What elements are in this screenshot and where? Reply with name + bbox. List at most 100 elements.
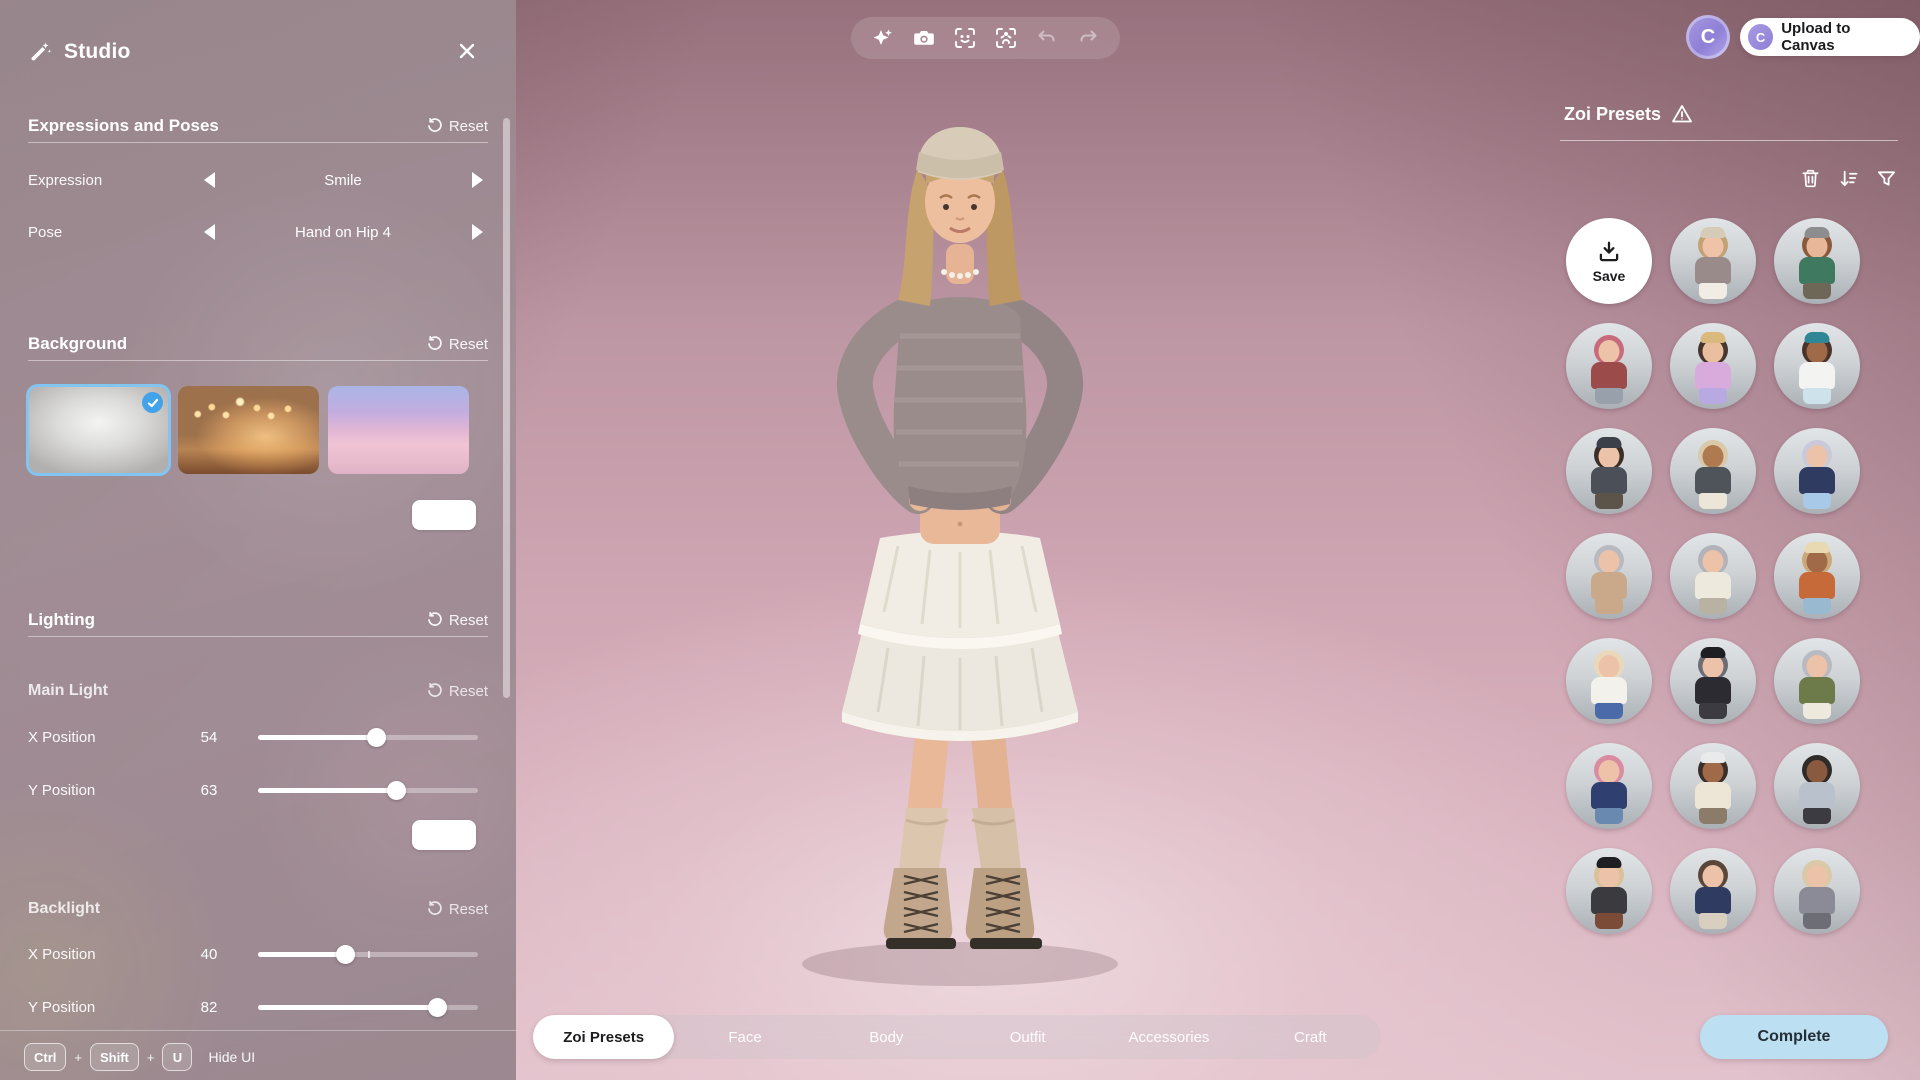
filter-icon[interactable] — [1874, 166, 1898, 190]
pose-value: Hand on Hip 4 — [220, 224, 466, 241]
preset-navy-blazer-brown-bob[interactable] — [1670, 848, 1756, 934]
pose-prev-icon[interactable] — [198, 221, 220, 243]
complete-button[interactable]: Complete — [1700, 1015, 1888, 1059]
preset-avatar — [1670, 743, 1756, 829]
redo-icon[interactable] — [1076, 26, 1100, 50]
preset-blond-buzzcut-bomber[interactable] — [1670, 428, 1756, 514]
preset-sequin-jacket-black-crop[interactable] — [1774, 743, 1860, 829]
main-light-x-value: 54 — [186, 729, 232, 746]
complete-label: Complete — [1758, 1028, 1831, 1046]
background-reset-button[interactable]: Reset — [427, 336, 488, 353]
studio-panel: Studio Expressions and Poses Reset Expre… — [0, 0, 516, 1080]
preset-military-green-jacket[interactable] — [1774, 638, 1860, 724]
lighting-reset-button[interactable]: Reset — [427, 612, 488, 629]
panel-scrollbar[interactable] — [503, 118, 510, 698]
pose-next-icon[interactable] — [466, 221, 488, 243]
preset-avatar — [1670, 638, 1756, 724]
backlight-y-label: Y Position — [28, 999, 186, 1016]
tab-outfit[interactable]: Outfit — [957, 1015, 1098, 1059]
main-light-y-label: Y Position — [28, 782, 186, 799]
preset-gray-windbreaker-sunglasses[interactable] — [1774, 848, 1860, 934]
main-light-x-slider[interactable] — [258, 726, 478, 748]
preset-green-jacket-gray-cap[interactable] — [1774, 218, 1860, 304]
tab-face[interactable]: Face — [674, 1015, 815, 1059]
expressions-reset-button[interactable]: Reset — [427, 118, 488, 135]
hide-ui-label: Hide UI — [208, 1049, 255, 1065]
preset-avatar — [1566, 743, 1652, 829]
main-light-reset-button[interactable]: Reset — [427, 683, 488, 700]
tab-craft[interactable]: Craft — [1240, 1015, 1381, 1059]
backlight-x-slider[interactable] — [258, 943, 478, 965]
tab-accessories[interactable]: Accessories — [1098, 1015, 1239, 1059]
preset-avatar — [1566, 323, 1652, 409]
tab-body[interactable]: Body — [816, 1015, 957, 1059]
hide-ui-shortcut: Ctrl + Shift + U Hide UI — [24, 1040, 255, 1074]
main-light-color-swatch[interactable] — [412, 820, 476, 850]
main-light-x-label: X Position — [28, 729, 186, 746]
slider-knob[interactable] — [367, 728, 386, 747]
camera-icon[interactable] — [912, 26, 936, 50]
sort-descending-icon[interactable] — [1836, 166, 1860, 190]
preset-pink-hair-colorblock-hoodie[interactable] — [1566, 323, 1652, 409]
preset-black-beret-all-black[interactable] — [1670, 638, 1756, 724]
expression-next-icon[interactable] — [466, 169, 488, 191]
preset-beanie-gray-sweater-white-skirt[interactable] — [1670, 218, 1756, 304]
tab-zoi-presets[interactable]: Zoi Presets — [533, 1015, 674, 1059]
save-preset-button[interactable]: Save — [1566, 218, 1652, 304]
backlight-title: Backlight — [28, 900, 100, 918]
brand-letter: C — [1701, 26, 1715, 49]
preset-avatar — [1670, 848, 1756, 934]
preset-avatar — [1774, 323, 1860, 409]
preset-avatar — [1670, 533, 1756, 619]
main-light-y-slider[interactable] — [258, 779, 478, 801]
reset-icon — [427, 118, 443, 134]
preset-avatar — [1566, 428, 1652, 514]
upload-label: Upload to Canvas — [1781, 20, 1904, 54]
preset-black-cap-leather-pants[interactable] — [1566, 848, 1652, 934]
viewport-toolbar — [851, 17, 1120, 59]
undo-icon[interactable] — [1035, 26, 1059, 50]
preset-avatar — [1774, 533, 1860, 619]
backlight-reset-button[interactable]: Reset — [427, 901, 488, 918]
expression-prev-icon[interactable] — [198, 169, 220, 191]
preset-avatar — [1774, 743, 1860, 829]
reset-icon — [427, 901, 443, 917]
preset-teal-beanie-white-tee[interactable] — [1774, 323, 1860, 409]
slider-knob[interactable] — [428, 998, 447, 1017]
preset-navy-white-varsity-cardigan[interactable] — [1670, 533, 1756, 619]
background-thumb-studio-gray[interactable] — [28, 386, 169, 474]
preset-avatar — [1774, 848, 1860, 934]
expressions-section-title: Expressions and Poses — [28, 116, 219, 136]
sparkles-icon[interactable] — [871, 26, 895, 50]
canvas-brand-badge[interactable]: C — [1686, 15, 1730, 59]
preset-orange-shirt-sun-hat[interactable] — [1774, 533, 1860, 619]
preset-pink-hair-navy-varsity[interactable] — [1566, 743, 1652, 829]
trash-icon[interactable] — [1798, 166, 1822, 190]
face-capture-icon[interactable] — [953, 26, 977, 50]
lighting-section-title: Lighting — [28, 610, 95, 630]
backlight-y-value: 82 — [186, 999, 232, 1016]
preset-cap-dark-vest-white-sleeves[interactable] — [1566, 428, 1652, 514]
save-label: Save — [1593, 268, 1626, 284]
upload-to-canvas-button[interactable]: C Upload to Canvas — [1740, 18, 1920, 56]
panel-title: Studio — [64, 40, 131, 64]
download-icon — [1596, 239, 1622, 265]
preset-silver-pigtails-navy-jacket[interactable] — [1774, 428, 1860, 514]
presets-panel-title: Zoi Presets — [1564, 104, 1661, 125]
close-icon[interactable] — [452, 36, 482, 66]
body-capture-icon[interactable] — [994, 26, 1018, 50]
preset-straw-hat-lilac-dress[interactable] — [1670, 323, 1756, 409]
background-color-swatch[interactable] — [412, 500, 476, 530]
background-thumb-pink-sky[interactable] — [328, 386, 469, 474]
slider-knob[interactable] — [336, 945, 355, 964]
preset-avatar — [1670, 323, 1756, 409]
preset-tan-bodycon-dress[interactable] — [1566, 533, 1652, 619]
background-thumb-cozy-room[interactable] — [178, 386, 319, 474]
warning-triangle-icon[interactable] — [1671, 103, 1693, 125]
key-shift: Shift — [90, 1043, 139, 1071]
main-light-y-value: 63 — [186, 782, 232, 799]
backlight-y-slider[interactable] — [258, 996, 478, 1018]
preset-white-jacket-blue-dress[interactable] — [1566, 638, 1652, 724]
preset-headphones-cream-sweatshirt[interactable] — [1670, 743, 1756, 829]
slider-knob[interactable] — [387, 781, 406, 800]
